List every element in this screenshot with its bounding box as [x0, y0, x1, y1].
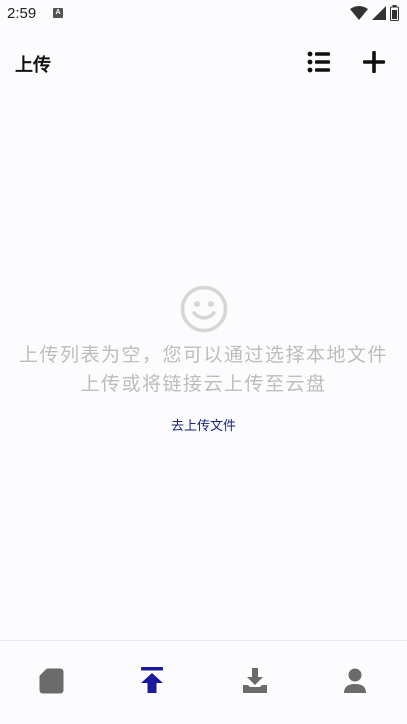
person-icon [344, 668, 366, 693]
plus-icon [363, 51, 385, 73]
notification-a-icon: A [53, 8, 63, 18]
signal-icon [372, 6, 386, 20]
bottom-nav [0, 640, 407, 724]
page-title: 上传 [15, 55, 51, 76]
nav-profile[interactable] [341, 666, 371, 696]
add-button[interactable] [360, 48, 388, 76]
empty-state: 上传列表为空，您可以通过选择本地文件上传或将链接云上传至云盘 去上传文件 [0, 285, 407, 434]
status-bar: 2:59 A [0, 0, 407, 30]
battery-icon [390, 5, 399, 21]
empty-message: 上传列表为空，您可以通过选择本地文件上传或将链接云上传至云盘 [18, 344, 388, 395]
list-icon [307, 51, 330, 73]
app-bar: 上传 [0, 40, 407, 84]
file-icon [39, 668, 64, 694]
status-icons [350, 5, 399, 21]
wifi-icon [350, 6, 368, 20]
status-time: 2:59 [7, 5, 37, 22]
smile-icon [180, 285, 227, 333]
nav-download[interactable] [241, 666, 271, 696]
go-upload-link[interactable]: 去上传文件 [171, 415, 236, 434]
nav-files[interactable] [37, 666, 67, 696]
download-icon [243, 668, 267, 693]
nav-upload[interactable] [138, 666, 168, 696]
upload-icon [141, 667, 163, 693]
list-button[interactable] [306, 50, 334, 74]
